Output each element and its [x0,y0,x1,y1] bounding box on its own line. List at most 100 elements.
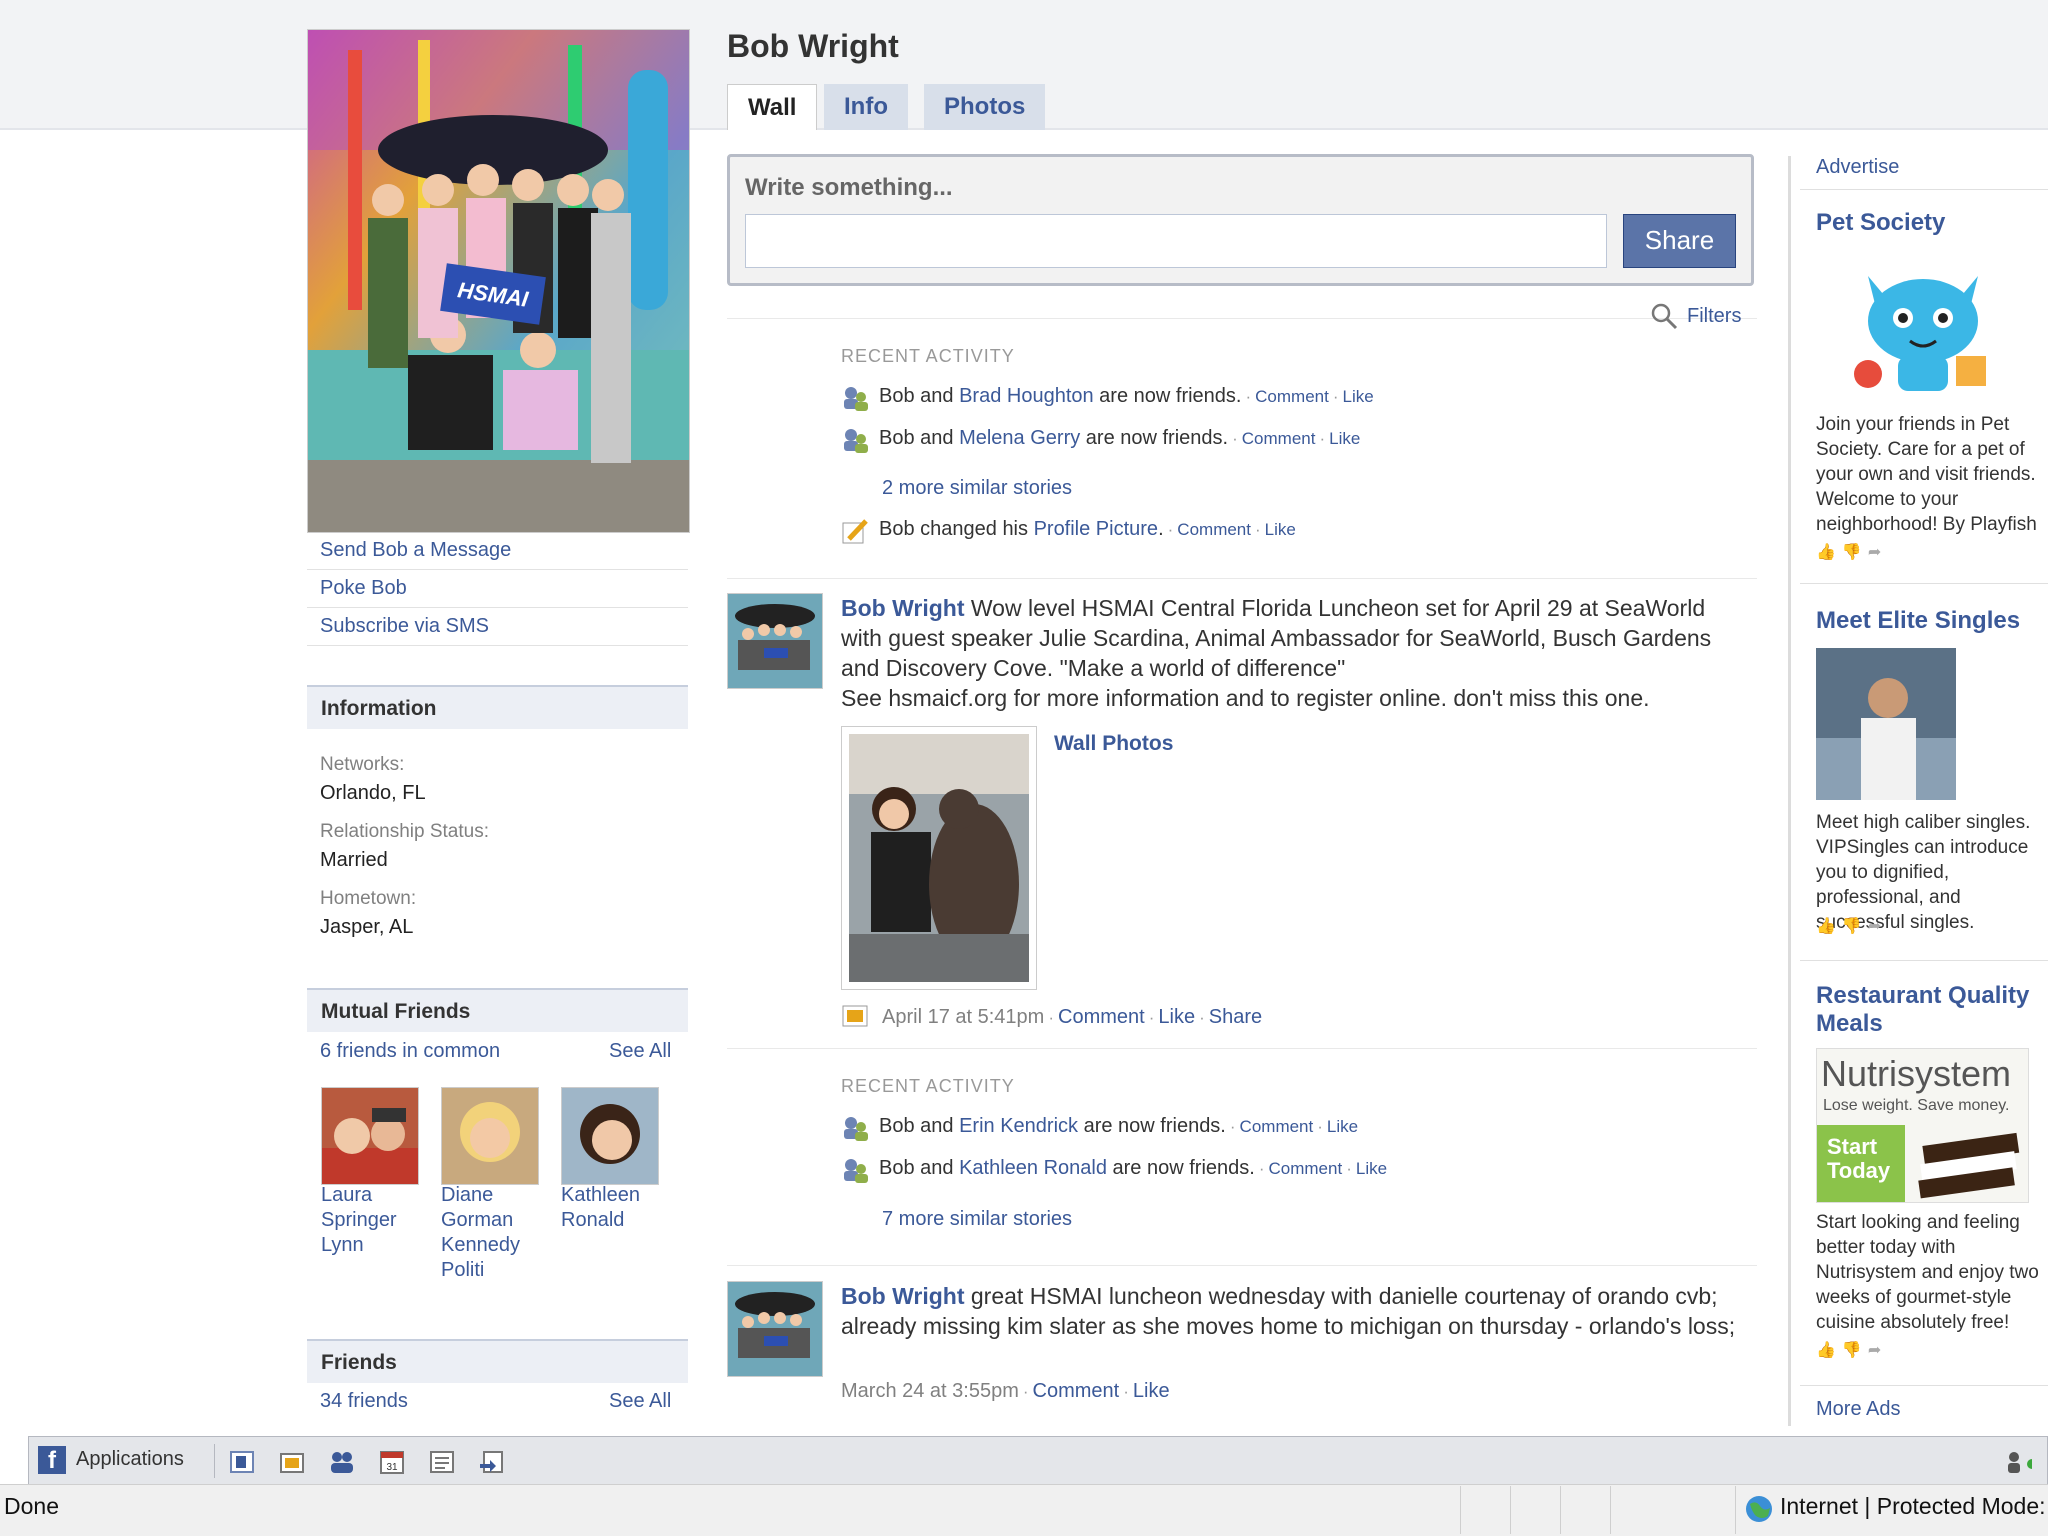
post-author-link[interactable]: Bob Wright [841,595,965,621]
tab-wall[interactable]: Wall [727,84,818,130]
nutrisystem-logo: Nutrisystem [1821,1053,2012,1094]
dot-separator: · [1229,1117,1236,1136]
post-timestamp[interactable]: April 17 at 5:41pm [882,1006,1044,1028]
friend-photo-image [322,1088,418,1184]
like-link[interactable]: Like [1343,387,1374,406]
friends-icon [844,387,868,411]
post-author-avatar[interactable] [727,593,823,689]
friends-see-all-link[interactable]: See All [609,1390,671,1413]
ad-feedback-icons[interactable]: 👍👎➦ [1816,542,1887,562]
comment-link[interactable]: Comment [1242,429,1316,448]
tab-photos[interactable]: Photos [924,84,1046,130]
mutual-friends-header: Mutual Friends [307,988,688,1032]
dot-separator: · [1232,429,1238,448]
dot-separator: · [1245,387,1252,406]
photos-app-icon[interactable] [278,1448,306,1476]
more-stories-link[interactable]: 2 more similar stories [882,477,1072,500]
applications-menu[interactable]: f Applications [38,1444,215,1478]
ad-text-restaurant-meals: Start looking and feeling better today w… [1816,1212,2039,1333]
search-icon[interactable] [1650,302,1678,330]
post-timestamp[interactable]: March 24 at 3:55pm [841,1380,1019,1402]
more-ads-link[interactable]: More Ads [1816,1398,1900,1421]
friend-name-diane[interactable]: Diane Gorman Kennedy Politi [441,1183,541,1283]
comment-link[interactable]: Comment [1240,1117,1314,1136]
networks-value[interactable]: Orlando, FL [320,782,426,805]
post-author-avatar[interactable] [727,1281,823,1377]
calendar-app-icon[interactable]: 31 [378,1448,406,1476]
friend-name-kathleen[interactable]: Kathleen Ronald [561,1183,661,1233]
like-link[interactable]: Like [1327,1117,1358,1136]
start-today-badge[interactable]: Start Today [1817,1125,1905,1202]
advertise-link[interactable]: Advertise [1816,156,1899,179]
wall-photos-album-link[interactable]: Wall Photos [1054,732,1173,756]
friends-icon [844,1159,868,1183]
activity-text: are now friends. [1106,1157,1255,1179]
ad-title-elite-singles[interactable]: Meet Elite Singles [1816,607,2020,635]
composer-prompt: Write something... [745,174,953,201]
ad-title-restaurant-meals[interactable]: Restaurant Quality Meals [1816,982,2046,1038]
activity-text: are now friends. [1093,385,1242,407]
like-link[interactable]: Like [1356,1159,1387,1178]
friends-in-common-link[interactable]: 6 friends in common [320,1040,500,1063]
post-author-link[interactable]: Bob Wright [841,1283,965,1309]
elite-singles-photo[interactable] [1816,648,1956,800]
like-link[interactable]: Like [1265,520,1296,539]
ad-feedback-icons[interactable]: 👍👎➦ [1816,916,1887,936]
ice-cream-sandwich-image [1918,1132,2020,1199]
dot-separator: · [1167,520,1174,539]
profile-app-icon[interactable] [228,1448,256,1476]
friend-link-melena[interactable]: Melena Gerry [959,427,1080,449]
status-divider [1510,1486,1511,1534]
activity-text: Bob and [879,1115,960,1137]
mutual-see-all-link[interactable]: See All [609,1040,671,1063]
activity-text: are now friends. [1078,1115,1226,1137]
friend-link-brad[interactable]: Brad Houghton [959,385,1094,407]
friends-count-link[interactable]: 34 friends [320,1390,408,1413]
friend-photo-diane[interactable] [441,1087,539,1185]
browser-status-bar [0,1484,2048,1536]
friend-link-kathleen[interactable]: Kathleen Ronald [959,1157,1107,1179]
ad-title-pet-society[interactable]: Pet Society [1816,209,1945,237]
hometown-value[interactable]: Jasper, AL [320,916,413,939]
status-divider [1560,1486,1561,1534]
more-stories-link[interactable]: 7 more similar stories [882,1208,1072,1231]
wall-photo[interactable] [841,726,1037,990]
notes-app-icon[interactable] [428,1448,456,1476]
share-button[interactable]: Share [1623,214,1736,268]
nutrisystem-ad-image[interactable]: Nutrisystem Lose weight. Save money. Sta… [1816,1048,2029,1203]
avatar-image [728,1282,822,1376]
chat-online-icon[interactable] [2004,1448,2032,1476]
nutrisystem-tagline: Lose weight. Save money. [1823,1097,2010,1114]
ad-feedback-icons[interactable]: 👍👎➦ [1816,1340,1887,1360]
security-zone-text[interactable]: Internet | Protected Mode: [1780,1493,2046,1520]
composer-input[interactable] [745,214,1607,268]
friend-photo-kathleen[interactable] [561,1087,659,1185]
poke-link[interactable]: Poke Bob [320,577,407,600]
profile-picture-link[interactable]: Profile Picture [1034,518,1159,540]
comment-link[interactable]: Comment [1255,387,1329,406]
friend-name-laura[interactable]: Laura Springer Lynn [321,1183,421,1258]
share-link[interactable]: Share [1209,1006,1262,1028]
friend-photo-laura[interactable] [321,1087,419,1185]
post-message: Wow level HSMAI Central Florida Luncheon… [841,595,1712,681]
filters-link[interactable]: Filters [1687,305,1741,328]
send-message-link[interactable]: Send Bob a Message [320,539,511,562]
links-app-icon[interactable] [478,1448,506,1476]
comment-link[interactable]: Comment [1177,520,1251,539]
comment-link[interactable]: Comment [1033,1380,1120,1402]
friends-app-icon[interactable] [328,1448,356,1476]
recent-activity-heading: RECENT ACTIVITY [841,346,1015,366]
profile-picture[interactable]: HSMAI [307,29,690,533]
like-link[interactable]: Like [1133,1380,1170,1402]
like-link[interactable]: Like [1158,1006,1195,1028]
information-header: Information [307,685,688,729]
friend-link-erin[interactable]: Erin Kendrick [959,1115,1078,1137]
comment-link[interactable]: Comment [1058,1006,1145,1028]
comment-link[interactable]: Comment [1269,1159,1343,1178]
status-text: Done [4,1493,59,1519]
activity-text: Bob and [879,427,960,449]
like-link[interactable]: Like [1329,429,1360,448]
pet-society-cat-icon[interactable] [1848,256,1998,396]
tab-info[interactable]: Info [824,84,908,130]
subscribe-sms-link[interactable]: Subscribe via SMS [320,615,489,638]
